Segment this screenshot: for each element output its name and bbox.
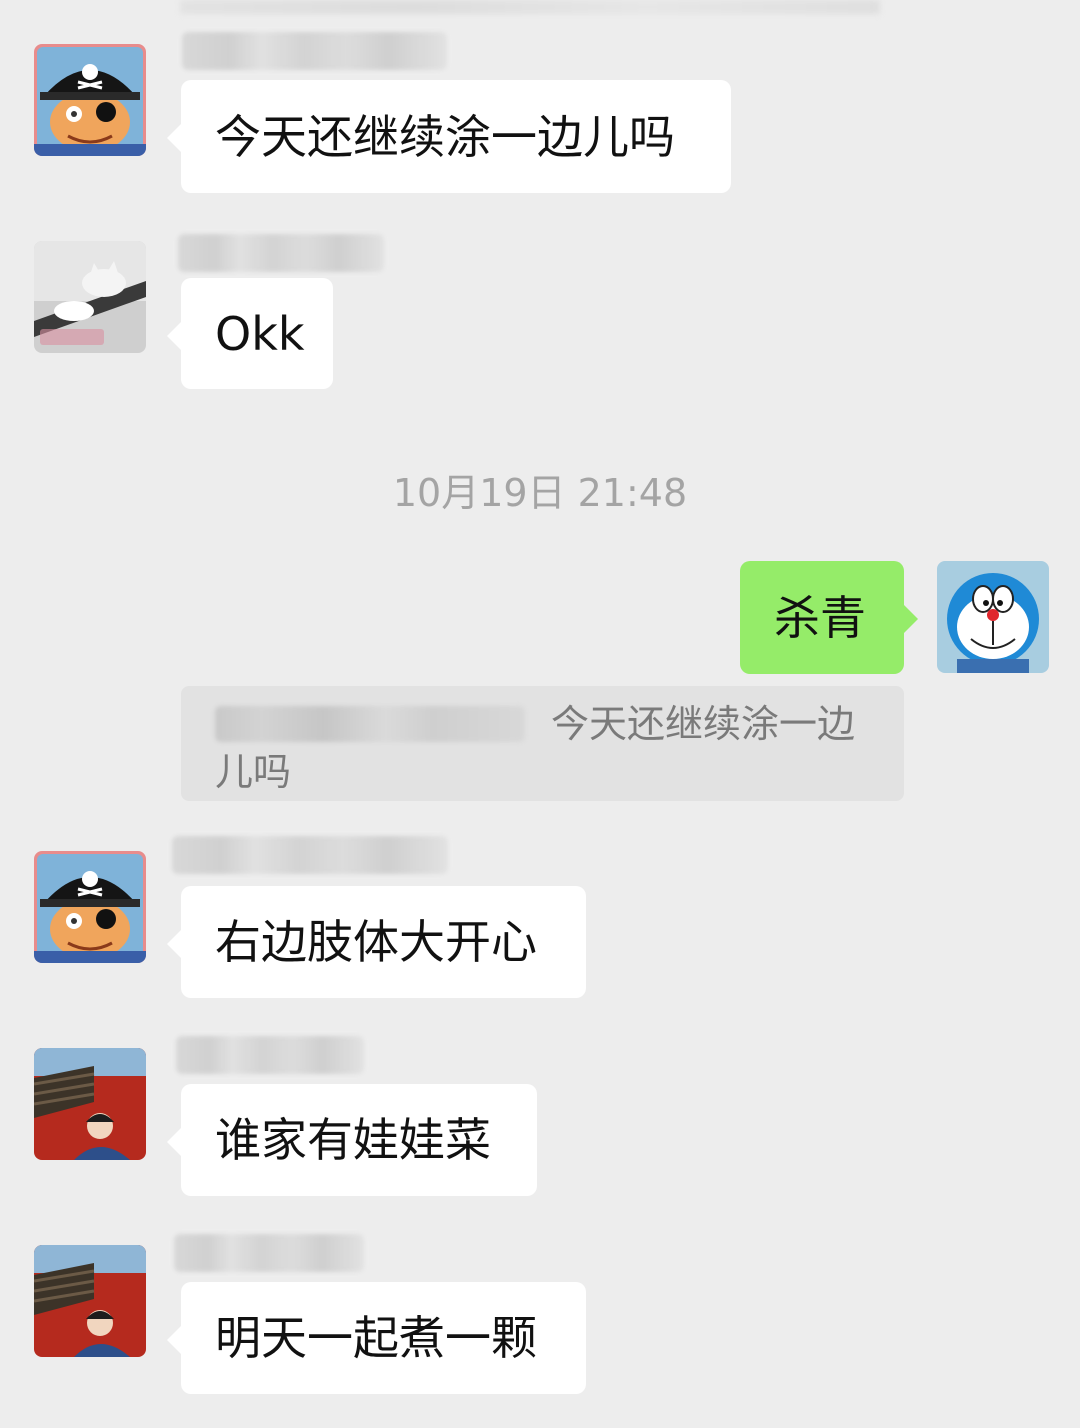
pirate-avatar-image bbox=[34, 44, 146, 156]
message-bubble[interactable]: 谁家有娃娃菜 bbox=[167, 1084, 537, 1196]
pirate-avatar-image bbox=[34, 851, 146, 963]
message-text: 明天一起煮一颗 bbox=[215, 1311, 537, 1365]
quoted-sender-blurred bbox=[215, 705, 525, 742]
person-wall-avatar[interactable] bbox=[34, 1048, 146, 1160]
blurred-name-top bbox=[180, 0, 880, 14]
cat-avatar[interactable] bbox=[34, 241, 146, 353]
quoted-message[interactable]: 今天还继续涂一边儿吗 bbox=[181, 686, 904, 801]
message-bubble[interactable]: 右边肢体大开心 bbox=[167, 886, 586, 998]
sender-name-blurred bbox=[174, 1234, 364, 1272]
sender-name-blurred bbox=[176, 1036, 364, 1074]
sender-name-blurred bbox=[182, 32, 447, 70]
message-text: 杀青 bbox=[774, 590, 866, 645]
person-wall-avatar-image bbox=[34, 1048, 146, 1160]
pirate-avatar[interactable] bbox=[34, 44, 146, 156]
message-bubble[interactable]: Okk bbox=[167, 278, 333, 389]
chat-area: 今天还继续涂一边儿吗 Okk 10月19日 21:48 杀青 今天还继续涂一边儿… bbox=[0, 0, 1080, 1428]
message-text: Okk bbox=[215, 306, 305, 361]
sender-name-blurred bbox=[172, 836, 448, 874]
outgoing-message-bubble[interactable]: 杀青 bbox=[740, 561, 918, 674]
message-text: 右边肢体大开心 bbox=[215, 915, 537, 969]
person-wall-avatar-image bbox=[34, 1245, 146, 1357]
message-text: 谁家有娃娃菜 bbox=[215, 1113, 491, 1167]
message-bubble[interactable]: 今天还继续涂一边儿吗 bbox=[167, 80, 731, 193]
doraemon-avatar[interactable] bbox=[937, 561, 1049, 673]
pirate-avatar[interactable] bbox=[34, 851, 146, 963]
message-text: 今天还继续涂一边儿吗 bbox=[215, 109, 675, 164]
person-wall-avatar[interactable] bbox=[34, 1245, 146, 1357]
cat-avatar-image bbox=[34, 241, 146, 353]
chat-timestamp: 10月19日 21:48 bbox=[392, 471, 688, 515]
message-bubble[interactable]: 明天一起煮一颗 bbox=[167, 1282, 586, 1394]
doraemon-avatar-image bbox=[937, 561, 1049, 673]
sender-name-blurred bbox=[178, 234, 384, 272]
